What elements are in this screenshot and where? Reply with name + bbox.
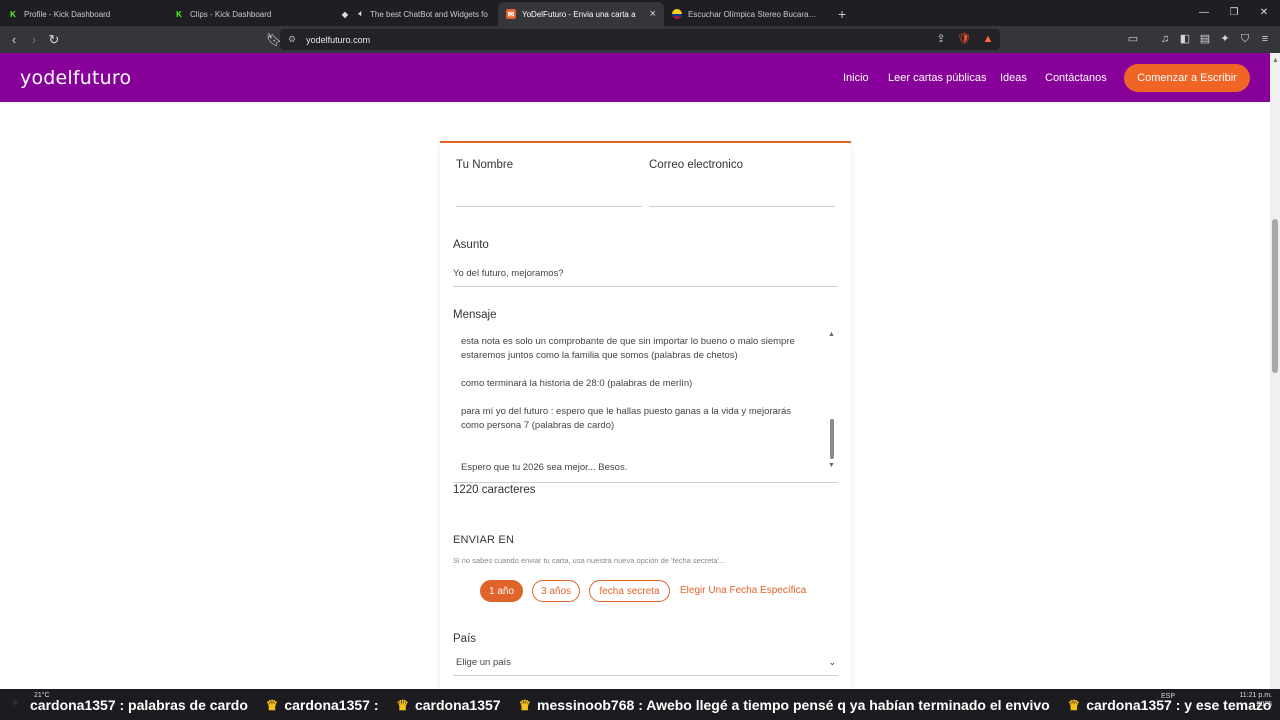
subject-label: Asunto [453, 239, 489, 251]
message-scrollbar[interactable]: ▲ ▼ [828, 331, 836, 471]
email-input[interactable] [649, 206, 835, 207]
tab-yodelfuturo[interactable]: ✉ YoDelFuturo - Envia una carta a × [498, 2, 664, 26]
site-logo[interactable]: yodelfuturo [20, 67, 131, 89]
message-scrollbar-thumb[interactable] [830, 419, 834, 459]
reload-icon[interactable]: ↻ [44, 30, 64, 50]
kick-icon: K [176, 9, 182, 19]
taskbar: ☀ 21°C cardona1357 : palabras de cardo ♛… [0, 689, 1280, 720]
site-header: yodelfuturo Inicio Leer cartas públicas … [0, 53, 1270, 102]
subject-input[interactable]: Yo del futuro, mejoramos? [453, 268, 564, 279]
tab-label: Escuchar Olímpica Stereo Bucaraman [688, 9, 822, 19]
email-label: Correo electronico [649, 159, 743, 171]
brave-shield-icon[interactable]: 🛡︎ [955, 30, 973, 48]
scroll-up-icon[interactable]: ▲ [1272, 57, 1279, 64]
country-select[interactable]: Elige un país ⌄ [453, 655, 838, 676]
name-label: Tu Nombre [456, 159, 514, 171]
sidepanel-icon[interactable]: ◧ [1176, 30, 1194, 48]
weather-icon: ☀ [10, 696, 21, 710]
crown-icon: ♛ [1067, 697, 1081, 713]
clock-date: 2025 [1256, 701, 1272, 708]
tab-label: The best ChatBot and Widgets fo [370, 9, 488, 19]
pick-specific-date-link[interactable]: Elegir Una Fecha Específica [680, 585, 806, 596]
message-line: estaremos juntos como la familia que som… [461, 350, 738, 361]
message-textarea[interactable]: esta nota es solo un comprobante de que … [453, 329, 838, 483]
close-tab-icon[interactable]: × [650, 8, 656, 20]
nav-inicio[interactable]: Inicio [843, 72, 869, 84]
nav-leer-cartas[interactable]: Leer cartas públicas [888, 72, 986, 84]
tab-kick-profile[interactable]: K Profile - Kick Dashboard [0, 2, 166, 26]
restore-icon[interactable]: ❐ [1218, 0, 1250, 26]
page-scrollbar[interactable]: ▲ [1270, 53, 1280, 689]
minimize-icon[interactable]: — [1188, 0, 1220, 26]
clock-time: 11:21 p.m. [1239, 692, 1272, 699]
leo-ai-icon[interactable]: ✦ [1216, 30, 1234, 48]
wallet-icon[interactable]: ▤ [1196, 30, 1214, 48]
send-1-year-button[interactable]: 1 año [480, 580, 523, 602]
start-writing-button[interactable]: Comenzar a Escribir [1124, 64, 1250, 92]
tab-label: Clips - Kick Dashboard [190, 9, 272, 19]
name-input[interactable] [456, 206, 642, 207]
crown-icon: ♛ [396, 697, 409, 713]
subject-underline [453, 286, 838, 287]
message-line: como terminará la historia de 28:0 (pala… [461, 378, 693, 389]
nav-ideas[interactable]: Ideas [1000, 72, 1027, 84]
menu-icon[interactable]: ≡ [1256, 30, 1274, 48]
new-tab-button[interactable]: + [830, 2, 854, 26]
ticker-user: messinoob768 [537, 697, 635, 713]
browser-tab-strip: K Profile - Kick Dashboard K Clips - Kic… [0, 0, 1280, 26]
site-info-icon[interactable]: ⚙ [288, 34, 296, 45]
clock[interactable]: 11:21 p.m. 2025 [1228, 691, 1272, 709]
chat-ticker: cardona1357 : palabras de cardo ♛ cardona… [30, 697, 1271, 714]
url-text: yodelfuturo.com [306, 34, 371, 45]
letter-icon: ✉ [506, 9, 516, 19]
letter-form: Tu Nombre Correo electronico Asunto Yo d… [440, 141, 851, 701]
message-line: esta nota es solo un comprobante de que … [461, 336, 795, 347]
char-count: 1220 caracteres [453, 484, 536, 496]
tab-label: YoDelFuturo - Envia una carta a [522, 9, 636, 19]
ticker-user: cardona1357 [1086, 697, 1172, 713]
nav-contactanos[interactable]: Contáctanos [1045, 72, 1107, 84]
address-bar[interactable]: ⚙ yodelfuturo.com [280, 29, 1000, 50]
kick-icon: K [10, 9, 16, 19]
message-line: Espero que tu 2026 sea mejor... Besos. [461, 462, 628, 473]
ticker-text: : [373, 697, 379, 713]
close-window-icon[interactable]: ✕ [1248, 0, 1280, 26]
speaker-icon: 🔈︎ [358, 9, 364, 18]
scroll-up-icon[interactable]: ▲ [828, 331, 835, 338]
tab-label: Profile - Kick Dashboard [24, 9, 111, 19]
chevron-down-icon: ⌄ [828, 657, 836, 667]
crown-icon: ♛ [265, 697, 279, 713]
ticker-user: cardona1357 [30, 697, 116, 713]
message-line: como persona 7 (palabras de cardo) [461, 420, 615, 431]
ticker-text: : palabras de cardo [119, 697, 248, 713]
back-icon[interactable]: ‹ [4, 30, 24, 50]
crown-icon: ♛ [518, 697, 532, 713]
page-scrollbar-thumb[interactable] [1272, 219, 1278, 373]
forward-icon[interactable]: › [24, 30, 44, 50]
country-label: País [453, 633, 477, 645]
language-indicator[interactable]: ESP [1161, 693, 1175, 700]
tab-kick-clips[interactable]: K Clips - Kick Dashboard [166, 2, 332, 26]
message-label: Mensaje [453, 309, 497, 321]
scroll-down-icon[interactable]: ▼ [828, 462, 835, 469]
ticker-user: cardona1357 [284, 697, 370, 713]
tab-radio[interactable]: Escuchar Olímpica Stereo Bucaraman [664, 2, 830, 26]
vpn-icon[interactable]: ⛉ [1236, 30, 1254, 48]
send-hint: Si no sabes cuando enviar tu carta, usa … [453, 556, 726, 565]
chatbot-icon: ◆ [341, 9, 349, 19]
tab-chatbot[interactable]: ◆ 🔈︎ The best ChatBot and Widgets fo [332, 2, 498, 26]
media-icon[interactable]: ♫ [1156, 30, 1174, 48]
send-in-label: ENVIAR EN [453, 534, 515, 546]
message-line: para mí yo del futuro : espero que le ha… [461, 406, 792, 417]
ticker-user: cardona1357 [414, 697, 501, 713]
ticker-text: : Awebo llegé a tiempo pensé q ya habían… [638, 697, 1050, 713]
sidebar-toggle-icon[interactable]: ▭ [1124, 30, 1142, 48]
secret-date-button[interactable]: fecha secreta [589, 580, 670, 602]
radio-icon [672, 9, 682, 19]
country-select-value: Elige un país [456, 657, 511, 668]
send-3-years-button[interactable]: 3 años [532, 580, 580, 602]
rewards-icon[interactable]: ▲ [979, 30, 997, 48]
share-icon[interactable]: ⇪ [932, 30, 950, 48]
